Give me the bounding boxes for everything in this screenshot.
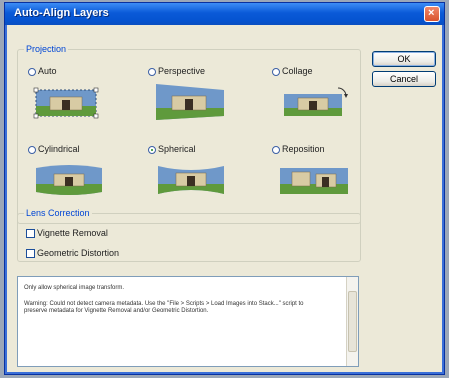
reposition-radio[interactable] xyxy=(272,146,280,154)
close-button[interactable]: × xyxy=(424,6,440,22)
lens-correction-legend: Lens Correction xyxy=(26,208,90,218)
perspective-radio[interactable] xyxy=(148,68,156,76)
spherical-radio[interactable] xyxy=(148,146,156,154)
lens-correction-group: Lens Correction Vignette Removal Geometr… xyxy=(17,208,361,262)
description-scrollbar[interactable] xyxy=(346,277,358,366)
vignette-removal-option[interactable]: Vignette Removal xyxy=(26,228,108,238)
projection-option-auto[interactable]: Auto xyxy=(28,66,57,76)
title-bar[interactable]: Auto-Align Layers × xyxy=(5,3,444,25)
projection-option-perspective[interactable]: Perspective xyxy=(148,66,205,76)
spherical-label: Spherical xyxy=(158,144,196,154)
auto-radio[interactable] xyxy=(28,68,36,76)
description-line: Only allow spherical image transform. xyxy=(24,285,125,291)
close-icon: × xyxy=(428,7,435,19)
collage-label: Collage xyxy=(282,66,313,76)
projection-option-collage[interactable]: Collage xyxy=(272,66,313,76)
geometric-distortion-option[interactable]: Geometric Distortion xyxy=(26,248,119,258)
vignette-removal-checkbox[interactable] xyxy=(26,229,35,238)
perspective-preview-icon xyxy=(154,80,226,122)
collage-preview-icon xyxy=(280,84,348,122)
collage-radio[interactable] xyxy=(272,68,280,76)
dialog-body: Projection Auto Perspective Collage Cyli… xyxy=(8,25,441,371)
dialog-title: Auto-Align Layers xyxy=(14,7,109,19)
projection-legend: Projection xyxy=(26,44,67,54)
projection-option-cylindrical[interactable]: Cylindrical xyxy=(28,144,80,154)
cylindrical-label: Cylindrical xyxy=(38,144,80,154)
auto-align-layers-dialog: Auto-Align Layers × Projection Auto Pers… xyxy=(4,2,445,375)
auto-preview-icon xyxy=(32,82,100,122)
projection-option-spherical[interactable]: Spherical xyxy=(148,144,196,154)
cylindrical-preview-icon xyxy=(34,162,104,198)
spherical-preview-icon xyxy=(156,162,226,198)
vignette-removal-label: Vignette Removal xyxy=(37,228,108,238)
perspective-label: Perspective xyxy=(158,66,206,76)
warning-text: Warning: Could not detect camera metadat… xyxy=(24,301,304,314)
ok-button[interactable]: OK xyxy=(372,51,436,67)
projection-group: Projection Auto Perspective Collage Cyli… xyxy=(17,44,361,224)
geometric-distortion-label: Geometric Distortion xyxy=(37,248,120,258)
description-box: Only allow spherical image transform. Wa… xyxy=(17,276,359,367)
reposition-label: Reposition xyxy=(282,144,325,154)
cylindrical-radio[interactable] xyxy=(28,146,36,154)
scrollbar-thumb[interactable] xyxy=(348,291,357,352)
geometric-distortion-checkbox[interactable] xyxy=(26,249,35,258)
auto-label: Auto xyxy=(38,66,57,76)
cancel-button[interactable]: Cancel xyxy=(372,71,436,87)
projection-option-reposition[interactable]: Reposition xyxy=(272,144,325,154)
reposition-preview-icon xyxy=(278,162,350,198)
